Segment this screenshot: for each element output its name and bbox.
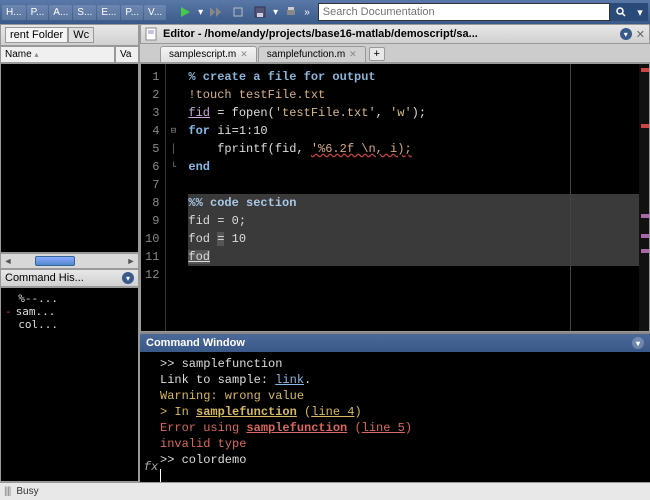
editor-close-icon[interactable]: ✕ [636, 28, 645, 41]
editor-menu-icon[interactable]: ▾ [620, 28, 632, 40]
search-input[interactable] [318, 3, 610, 21]
fx-icon[interactable]: fx [142, 356, 160, 478]
minimap-mark[interactable] [641, 249, 649, 253]
scroll-thumb[interactable] [35, 256, 75, 266]
code-line[interactable]: !touch testFile.txt [188, 86, 639, 104]
command-line: Error using samplefunction (line 5) [160, 420, 648, 436]
command-window[interactable]: fx >> samplefunctionLink to sample: link… [140, 352, 650, 482]
toolstrip-tab[interactable]: P... [27, 5, 49, 20]
code-line[interactable]: fid = fopen('testFile.txt', 'w'); [188, 104, 639, 122]
save-dropdown-icon[interactable]: ▾ [271, 7, 280, 18]
more-icon[interactable]: » [302, 7, 312, 18]
code-line[interactable]: end [188, 158, 639, 176]
toolstrip-tab[interactable]: P... [121, 5, 143, 20]
folder-tree[interactable] [0, 63, 139, 253]
code-editor[interactable]: 123456789101112 ⊟│└ % create a file for … [140, 63, 650, 332]
status-bar: |||| Busy [0, 482, 650, 500]
save-button[interactable] [250, 3, 270, 21]
command-prompt[interactable] [160, 468, 648, 482]
tab-label: samplefunction.m [267, 49, 345, 60]
tab-close-icon[interactable]: ✕ [240, 49, 248, 60]
code-line[interactable]: fod [188, 248, 639, 266]
code-line[interactable]: for ii=1:10 [188, 122, 639, 140]
editor-tab[interactable]: samplefunction.m ✕ [258, 46, 366, 62]
command-line: Warning: wrong value [160, 388, 648, 404]
toolstrip-tab[interactable]: E... [97, 5, 120, 20]
minimap-error-mark[interactable] [641, 68, 649, 72]
editor-icon [145, 27, 159, 41]
history-panel-header: Command His... ▾ [0, 269, 139, 287]
scroll-right-icon[interactable]: ► [124, 256, 138, 266]
minimap-error-mark[interactable] [641, 124, 649, 128]
command-line: >> samplefunction [160, 356, 648, 372]
history-menu-icon[interactable]: ▾ [122, 272, 134, 284]
status-text: Busy [16, 486, 38, 497]
scroll-left-icon[interactable]: ◄ [1, 256, 15, 266]
toolbar-menu-button[interactable]: ▾ [632, 3, 648, 21]
folder-hscrollbar[interactable]: ◄ ► [0, 253, 139, 269]
step-in-button[interactable] [228, 3, 248, 21]
minimap-mark[interactable] [641, 214, 649, 218]
tab-label: samplescript.m [169, 49, 236, 60]
code-line[interactable] [188, 176, 639, 194]
history-item[interactable]: %--... [5, 292, 134, 305]
editor-header: Editor - /home/andy/projects/base16-matl… [140, 24, 650, 44]
folder-tab[interactable]: rent Folder [5, 27, 68, 43]
toolstrip-tab[interactable]: A... [49, 5, 72, 20]
code-line[interactable]: fprintf(fid, '%6.2f \n, i); [188, 140, 639, 158]
editor-title: Editor - /home/andy/projects/base16-matl… [163, 28, 616, 40]
folder-columns: Name ▴ Va [0, 46, 139, 63]
toolstrip-tab[interactable]: H... [2, 5, 26, 20]
code-line[interactable]: %% code section [188, 194, 639, 212]
run-button[interactable] [175, 3, 195, 21]
fold-gutter[interactable]: ⊟│└ [166, 64, 180, 331]
main-toolbar: H...P...A...S...E...P...V... ▾ ▾ » ▾ [0, 0, 650, 24]
code-line[interactable]: % create a file for output [188, 68, 639, 86]
editor-tab[interactable]: samplescript.m ✕ [160, 46, 257, 62]
print-button[interactable] [281, 3, 301, 21]
code-line[interactable]: fid = 0; [188, 212, 639, 230]
code-minimap[interactable] [639, 64, 649, 331]
history-list[interactable]: %--...-sam... col... [0, 287, 139, 482]
workspace-tab[interactable]: Wc [68, 27, 94, 43]
history-title: Command His... [5, 272, 84, 284]
code-line[interactable] [188, 266, 639, 284]
name-column[interactable]: Name ▴ [0, 46, 115, 63]
toolstrip-tab[interactable]: V... [144, 5, 166, 20]
search-button[interactable] [610, 3, 632, 21]
command-line: Link to sample: link. [160, 372, 648, 388]
status-grip-icon: |||| [4, 486, 10, 497]
tab-close-icon[interactable]: ✕ [349, 49, 357, 60]
history-item[interactable]: -sam... [5, 305, 134, 318]
run-dropdown-icon[interactable]: ▾ [196, 7, 205, 18]
new-tab-button[interactable]: + [369, 47, 385, 61]
code-line[interactable]: fod = 10 [188, 230, 639, 248]
code-area[interactable]: % create a file for output!touch testFil… [180, 64, 639, 331]
toolstrip-tabs: H...P...A...S...E...P...V... [2, 5, 166, 20]
step-button[interactable] [206, 3, 226, 21]
history-item[interactable]: col... [5, 318, 134, 331]
value-column[interactable]: Va [115, 46, 139, 63]
minimap-mark[interactable] [641, 234, 649, 238]
toolstrip-tab[interactable]: S... [73, 5, 96, 20]
command-line: invalid type [160, 436, 648, 452]
command-menu-icon[interactable]: ▾ [632, 337, 644, 349]
folder-panel-header: rent Folder Wc [0, 24, 139, 46]
command-line: > In samplefunction (line 4) [160, 404, 648, 420]
line-numbers: 123456789101112 [141, 64, 166, 331]
ruler-line [570, 64, 571, 331]
command-window-title: Command Window [146, 337, 245, 349]
command-window-header: Command Window ▾ [140, 334, 650, 352]
command-line: >> colordemo [160, 452, 648, 468]
editor-tabs: samplescript.m ✕ samplefunction.m ✕ + [140, 44, 650, 63]
